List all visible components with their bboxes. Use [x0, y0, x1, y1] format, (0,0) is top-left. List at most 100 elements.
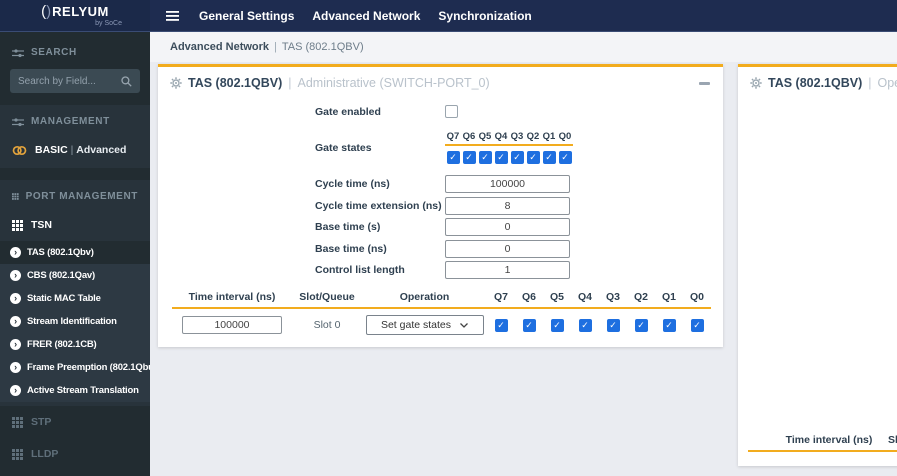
cycle-time-input[interactable] [445, 175, 570, 194]
cycle-time-extension-input[interactable] [445, 196, 570, 215]
row-gate-checkbox-q7[interactable] [494, 318, 508, 332]
row-slot-queue: Slot 0 [313, 319, 341, 331]
row-gate-checkbox-q6[interactable] [522, 318, 536, 332]
base-time-ns-row: Base time (ns) [315, 238, 723, 260]
sidebar: SEARCH MANAGEMENT BASIC | Advanced PORT … [0, 32, 150, 476]
base-time-s-row: Base time (s) [315, 217, 723, 239]
chevron-circle-icon: › [10, 247, 21, 258]
row-gate-checkbox-q5[interactable] [550, 318, 564, 332]
operation-select[interactable]: Set gate states [365, 315, 484, 335]
gate-state-checkbox-q0[interactable] [558, 151, 572, 164]
main-content: Advanced Network | TAS (802.1QBV) TAS (8… [150, 32, 897, 476]
control-list-length-row: Control list length [315, 260, 723, 282]
row-gate-checkbox-q0[interactable] [690, 318, 704, 332]
sidebar-item-stream-identification[interactable]: › Stream Identification [0, 310, 150, 333]
queue-labels-underline [445, 144, 573, 146]
row-gate-checkbox-q3[interactable] [606, 318, 620, 332]
cycle-time-extension-row: Cycle time extension (ns) [315, 195, 723, 217]
search-input[interactable] [18, 75, 114, 87]
gate-enabled-label: Gate enabled [315, 105, 381, 118]
sidebar-item-stp[interactable]: STP [0, 406, 150, 438]
base-time-ns-label: Base time (ns) [315, 242, 387, 255]
header-time-interval: Time interval (ns) [785, 434, 873, 446]
basic-separator: | [70, 144, 74, 156]
header-slot-queue: Slot/Q [888, 434, 897, 446]
table-row: Slot 0 Set gate states [172, 309, 711, 335]
chevron-circle-icon: › [10, 293, 21, 304]
search-icon[interactable] [121, 75, 132, 87]
panel-title: TAS (802.1QBV) [188, 76, 283, 90]
gate-state-checkbox-q4[interactable] [494, 151, 508, 164]
panel-subtitle: Administrative (SWITCH-PORT_0) [297, 76, 490, 90]
sliders-icon [12, 48, 24, 57]
cycle-time-row: Cycle time (ns) [315, 174, 723, 196]
panel-subtitle: Operative ( [877, 76, 897, 90]
sidebar-header-port-management: PORT MANAGEMENT [0, 182, 150, 211]
operative-table-header: Time interval (ns) Slot/Q [748, 434, 897, 452]
sidebar-item-tas[interactable]: › TAS (802.1Qbv) [0, 241, 150, 264]
top-navbar: ( ) RELYUM by SoCe General Settings Adva… [0, 0, 897, 32]
sidebar-header-search: SEARCH [0, 38, 150, 67]
sidebar-item-static-mac-table[interactable]: › Static MAC Table [0, 287, 150, 310]
row-gate-checkbox-q2[interactable] [634, 318, 648, 332]
sidebar-search-box [10, 69, 140, 93]
panel-header: TAS (802.1QBV) | Operative ( [738, 67, 897, 99]
gate-state-checkbox-q7[interactable] [446, 151, 460, 164]
gate-enabled-checkbox[interactable] [445, 105, 458, 119]
sidebar-item-cbs[interactable]: › CBS (802.1Qav) [0, 264, 150, 287]
breadcrumb-page: TAS (802.1QBV) [281, 41, 364, 53]
row-gate-checkbox-q1[interactable] [662, 318, 676, 332]
sidebar-item-active-stream-translation[interactable]: › Active Stream Translation [0, 379, 150, 402]
chevron-circle-icon: › [10, 362, 21, 373]
gate-state-checkbox-q3[interactable] [510, 151, 524, 164]
menu-item-general-settings[interactable]: General Settings [199, 9, 294, 23]
advanced-label: Advanced [76, 144, 127, 156]
basic-label: BASIC [35, 144, 68, 156]
chevron-circle-icon: › [10, 316, 21, 327]
control-list-table-header: Time interval (ns) Slot/Queue Operation … [172, 291, 711, 309]
relyum-logo: ( ) RELYUM by SoCe [0, 0, 150, 31]
logo-paren-close: ) [46, 3, 52, 20]
panel-title-separator: | [868, 76, 872, 90]
breadcrumb-section: Advanced Network [170, 41, 270, 53]
cycle-time-extension-label: Cycle time extension (ns) [315, 199, 442, 212]
sidebar-section-port-management: PORT MANAGEMENT TSN › TAS (802.1Qbv) › C… [0, 180, 150, 406]
sidebar-item-frer[interactable]: › FRER (802.1CB) [0, 333, 150, 356]
administrative-form: Gate enabled Gate states Q7 Q6 Q5 Q4 Q3 Q2 Q1 Q… [158, 99, 723, 281]
sidebar-item-lldp[interactable]: LLDP [0, 438, 150, 470]
gate-state-checkbox-q1[interactable] [542, 151, 556, 164]
row-time-interval-input[interactable] [182, 316, 282, 334]
hamburger-icon[interactable] [166, 10, 179, 21]
tas-operative-panel: TAS (802.1QBV) | Operative ( Time interv… [738, 64, 897, 466]
gate-states-label: Gate states [315, 141, 372, 154]
operative-table: Time interval (ns) Slot/Q [738, 434, 897, 466]
sidebar-item-frame-preemption[interactable]: › Frame Preemption (802.1Qbu) [0, 356, 150, 379]
logo-tagline: by SoCe [95, 20, 122, 27]
panel-title-separator: | [288, 76, 292, 90]
sidebar-item-basic-advanced[interactable]: BASIC | Advanced [0, 136, 150, 164]
chevron-circle-icon: › [10, 385, 21, 396]
gate-enabled-row: Gate enabled [315, 101, 723, 123]
menu-item-advanced-network[interactable]: Advanced Network [312, 9, 420, 23]
grid-icon [12, 193, 19, 200]
row-gate-checkbox-q4[interactable] [578, 318, 592, 332]
base-time-ns-input[interactable] [445, 239, 570, 258]
base-time-s-input[interactable] [445, 218, 570, 237]
cycle-time-label: Cycle time (ns) [315, 178, 390, 191]
tas-administrative-panel: TAS (802.1QBV) | Administrative (SWITCH-… [158, 64, 723, 347]
menu-item-synchronization[interactable]: Synchronization [438, 9, 531, 23]
control-list-length-input[interactable] [445, 261, 570, 280]
header-slot-queue: Slot/Queue [299, 291, 355, 303]
collapse-icon[interactable] [698, 79, 711, 88]
sliders-icon [12, 117, 24, 126]
chevron-circle-icon: › [10, 270, 21, 281]
queue-labels: Q7 Q6 Q5 Q4 Q3 Q2 Q1 Q0 [446, 131, 572, 142]
header-operation: Operation [399, 291, 450, 303]
gate-state-checkbox-q5[interactable] [478, 151, 492, 164]
gear-icon [170, 77, 182, 89]
gate-states-checkboxes [445, 151, 573, 164]
gate-state-checkbox-q2[interactable] [526, 151, 540, 164]
sidebar-item-tsn[interactable]: TSN [0, 211, 150, 239]
panel-title: TAS (802.1QBV) [768, 76, 863, 90]
gate-state-checkbox-q6[interactable] [462, 151, 476, 164]
